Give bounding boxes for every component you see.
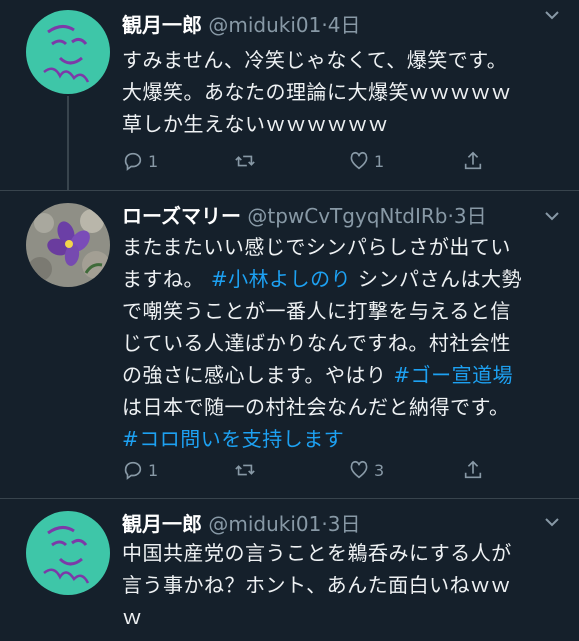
like-button[interactable]: 3 [348,459,384,481]
display-name[interactable]: ローズマリー [122,204,241,228]
timestamp[interactable]: 3日 [328,512,361,536]
user-handle[interactable]: @tpwCvTgyqNtdIRb [247,204,447,228]
tweet-text: すみません、冷笑じゃなくて、爆笑です。 大爆笑。あなたの理論に大爆笑ｗｗｗｗｗ … [122,44,569,140]
text-segment: の強さに感心します。やはり [122,363,394,387]
avatar[interactable] [26,511,110,595]
like-button[interactable]: 1 [348,150,384,172]
tweet-text: またまたいい感じでシンパらしさが出てい ますね。 #小林よしのり シンパさんは大… [122,231,569,455]
hashtag-link[interactable]: #ゴー宣道場 [393,363,513,387]
display-name[interactable]: 観月一郎 [122,13,202,37]
tweet-header: 観月一郎 @miduki01·4日 [122,10,569,40]
chevron-down-icon[interactable] [543,6,561,28]
tweet-line: で嘲笑うことが一番人に打撃を与えると信 [122,299,511,323]
share-button[interactable] [462,150,488,172]
tweet-line: 言う事かね？ホント、あんた面白いねｗｗ [122,573,512,597]
tweet[interactable]: ローズマリー @tpwCvTgyqNtdIRb·3日 またまたいい感じでシンパら… [0,190,579,499]
reply-count: 1 [148,151,159,171]
reply-button[interactable]: 1 [122,150,158,172]
reply-button[interactable]: 1 [122,459,158,481]
tweet-line: 草しか生えないｗｗｗｗｗｗ [122,112,389,136]
reply-icon [124,152,142,171]
heart-icon [350,151,368,170]
retweet-icon [235,155,255,167]
tweet-line: またまたいい感じでシンパらしさが出てい [122,235,511,259]
avatar-image [26,10,110,94]
retweet-button[interactable] [234,459,260,481]
timestamp[interactable]: 4日 [328,13,361,37]
tweet-line: ますね。 #小林よしのり シンパさんは大勢 [122,263,569,295]
avatar[interactable] [26,203,110,287]
tweet-line: じている人達ばかりなんですね。村社会性 [122,331,511,355]
like-count: 3 [374,460,385,480]
tweet[interactable]: 観月一郎 @miduki01·4日 すみません、冷笑じゃなくて、爆笑です。 大爆… [0,0,579,190]
tweet-line: すみません、冷笑じゃなくて、爆笑です。 [122,48,508,72]
hashtag-link[interactable]: #コロ問いを支持します [122,427,344,451]
thread-line [67,96,69,190]
text-segment: ますね。 [122,267,211,291]
chevron-down-icon[interactable] [543,207,561,229]
tweet-actions: 1 1 [122,150,559,174]
avatar[interactable] [26,10,110,94]
hashtag-link[interactable]: #小林よしのり [211,267,351,291]
like-count: 1 [374,151,385,171]
user-handle[interactable]: @miduki01 [208,512,321,536]
tweet[interactable]: 観月一郎 @miduki01·3日 中国共産党の言うことを鵜呑みにする人が 言う… [0,498,579,641]
tweet-line: 大爆笑。あなたの理論に大爆笑ｗｗｗｗｗ [122,80,512,104]
tweet-line: は日本で随一の村社会なんだと納得です。 [122,395,510,419]
share-icon [464,151,482,170]
reply-icon [124,461,142,480]
heart-icon [350,460,368,479]
tweet-text: 中国共産党の言うことを鵜呑みにする人が 言う事かね？ホント、あんた面白いねｗｗ … [122,537,569,633]
tweet-line: ｗ [122,605,143,629]
tweet-line: 中国共産党の言うことを鵜呑みにする人が [122,541,512,565]
retweet-icon [235,464,255,476]
tweet-header: 観月一郎 @miduki01·3日 [122,509,569,539]
avatar-image [26,511,110,595]
share-icon [464,460,482,479]
tweet-line: の強さに感心します。やはり #ゴー宣道場 [122,359,569,391]
display-name[interactable]: 観月一郎 [122,512,202,536]
user-handle[interactable]: @miduki01 [208,13,321,37]
tweet-line: #コロ問いを支持します [122,423,569,455]
chevron-down-icon[interactable] [543,513,561,535]
text-segment: シンパさんは大勢 [351,267,522,291]
tweet-header: ローズマリー @tpwCvTgyqNtdIRb·3日 [122,201,569,231]
timestamp[interactable]: 3日 [454,204,487,228]
retweet-button[interactable] [234,150,260,172]
share-button[interactable] [462,459,488,481]
reply-count: 1 [148,460,159,480]
avatar-image [26,203,110,287]
tweet-actions: 1 3 [122,459,559,483]
